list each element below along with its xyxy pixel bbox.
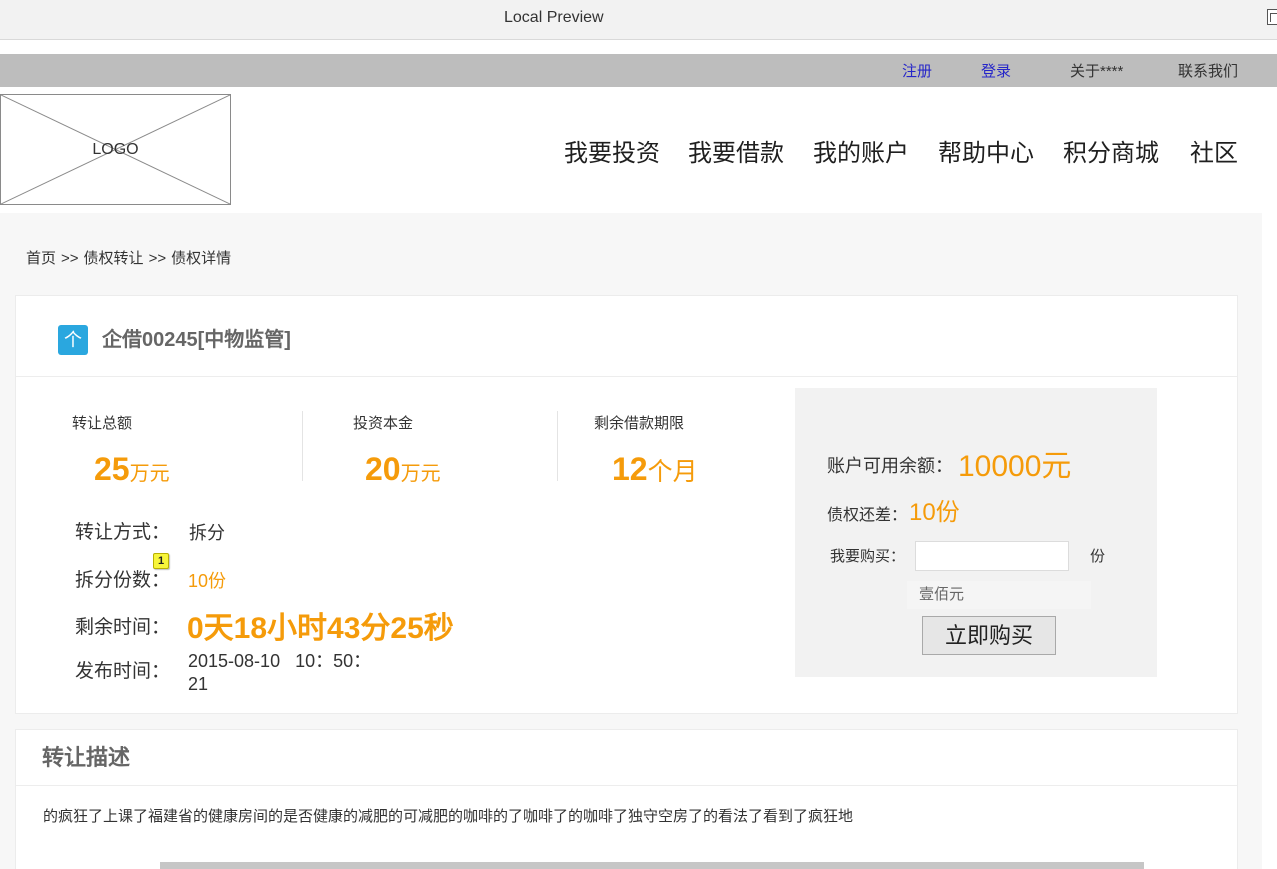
nav-community[interactable]: 社区 bbox=[1190, 139, 1238, 169]
logo-placeholder[interactable]: LOGO bbox=[0, 94, 231, 205]
contact-link[interactable]: 联系我们 bbox=[1178, 62, 1238, 82]
stat-unit: 万元 bbox=[400, 463, 441, 485]
publish-time-value: 2015-08-10 10：50：21 bbox=[188, 651, 372, 694]
card-header-divider bbox=[16, 376, 1237, 377]
stat-label-transfer-total: 转让总额 bbox=[72, 415, 133, 432]
login-link[interactable]: 登录 bbox=[981, 62, 1011, 82]
annotation-marker[interactable]: 1 bbox=[153, 553, 169, 569]
stat-divider bbox=[302, 411, 303, 481]
breadcrumb-home[interactable]: 首页 bbox=[26, 250, 56, 267]
purchase-panel: 账户可用余额： 10000元 债权还差： 10份 我要购买： 份 壹佰元 立即购… bbox=[795, 388, 1157, 677]
buy-quantity-label: 我要购买： bbox=[830, 548, 906, 565]
description-text: 的疯狂了上课了福建省的健康房间的是否健康的减肥的可减肥的咖啡的了咖啡了的咖啡了独… bbox=[43, 808, 854, 825]
publish-time-label: 发布时间： bbox=[75, 661, 171, 682]
buy-quantity-unit: 份 bbox=[1090, 548, 1106, 565]
window-icon[interactable] bbox=[1267, 9, 1277, 25]
breadcrumb-debt-transfer[interactable]: 债权转让 bbox=[84, 250, 144, 267]
buy-quantity-input[interactable] bbox=[915, 541, 1069, 571]
stat-number: 12 bbox=[612, 451, 648, 487]
nav-my-account[interactable]: 我的账户 bbox=[813, 139, 909, 169]
stat-label-principal: 投资本金 bbox=[353, 415, 414, 432]
buy-now-button[interactable]: 立即购买 bbox=[922, 616, 1056, 655]
amount-in-words: 壹佰元 bbox=[919, 586, 965, 603]
loan-badge-icon: 个 bbox=[58, 325, 88, 355]
nav-borrow[interactable]: 我要借款 bbox=[688, 139, 784, 169]
nav-invest[interactable]: 我要投资 bbox=[564, 139, 660, 169]
stat-value-principal: 20万元 bbox=[365, 450, 441, 495]
window-title: Local Preview bbox=[504, 9, 604, 26]
split-count-value: 10份 bbox=[188, 571, 227, 591]
breadcrumb-separator: >> bbox=[61, 250, 79, 267]
loan-detail-card: 个 企借00245[中物监管] 转让总额 25万元 投资本金 20万元 剩余借款… bbox=[15, 295, 1238, 714]
stat-label-remaining-term: 剩余借款期限 bbox=[594, 415, 685, 432]
breadcrumb-current: 债权详情 bbox=[171, 250, 232, 267]
remaining-shares-value: 10份 bbox=[909, 499, 960, 526]
split-count-label: 拆分份数： bbox=[75, 570, 171, 591]
logo-text: LOGO bbox=[92, 141, 139, 158]
register-link[interactable]: 注册 bbox=[902, 62, 932, 82]
transfer-description-card: 转让描述 的疯狂了上课了福建省的健康房间的是否健康的减肥的可减肥的咖啡的了咖啡了… bbox=[15, 729, 1238, 869]
transfer-method-label: 转让方式： bbox=[75, 522, 171, 543]
remaining-shares-label: 债权还差： bbox=[827, 507, 908, 524]
window-titlebar: Local Preview bbox=[0, 0, 1277, 40]
horizontal-scrollbar[interactable] bbox=[160, 862, 1144, 869]
remaining-time-label: 剩余时间： bbox=[75, 617, 171, 638]
nav-points-mall[interactable]: 积分商城 bbox=[1063, 139, 1159, 169]
stat-unit: 万元 bbox=[129, 463, 170, 485]
stat-unit: 个月 bbox=[647, 458, 698, 486]
stat-divider bbox=[557, 411, 558, 481]
stat-value-transfer-total: 25万元 bbox=[94, 450, 170, 495]
description-divider bbox=[16, 785, 1237, 786]
balance-label: 账户可用余额： bbox=[827, 456, 953, 476]
balance-value: 10000元 bbox=[958, 450, 1072, 483]
description-title: 转让描述 bbox=[42, 745, 131, 770]
remaining-time-value: 0天18小时43分25秒 bbox=[187, 612, 454, 645]
stat-value-remaining-term: 12个月 bbox=[612, 450, 698, 495]
top-link-bar: 注册 登录 关于**** 联系我们 bbox=[0, 54, 1277, 87]
nav-help-center[interactable]: 帮助中心 bbox=[938, 139, 1034, 169]
transfer-method-value: 拆分 bbox=[189, 523, 225, 543]
breadcrumb: 首页 >> 债权转让 >> 债权详情 bbox=[26, 249, 231, 269]
stat-number: 20 bbox=[365, 451, 401, 487]
about-link[interactable]: 关于**** bbox=[1070, 62, 1123, 82]
breadcrumb-separator: >> bbox=[148, 250, 167, 267]
stat-number: 25 bbox=[94, 451, 130, 487]
loan-title: 企借00245[中物监管] bbox=[102, 329, 291, 351]
